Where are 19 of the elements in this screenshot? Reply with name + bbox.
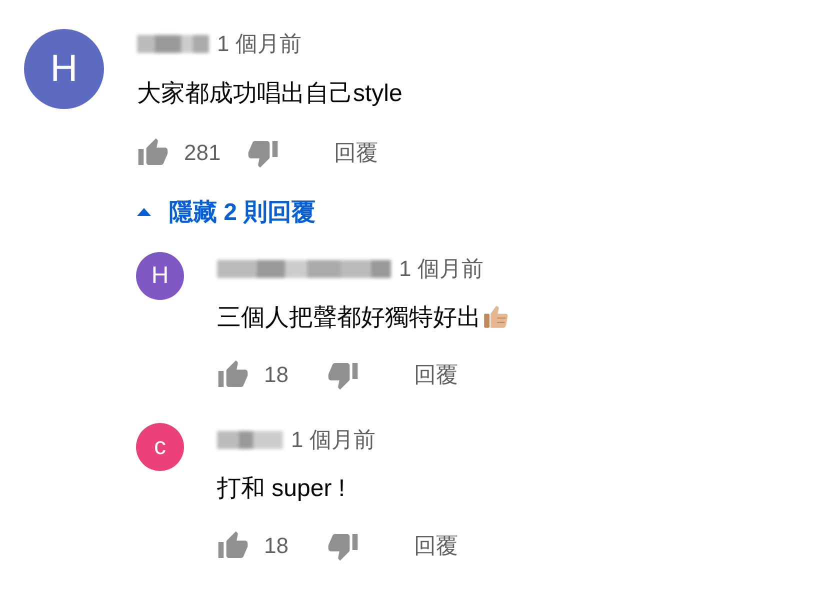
reply-button[interactable]: 回覆 xyxy=(414,531,458,561)
comment-text: 大家都成功唱出自己style xyxy=(137,79,402,109)
comment-time[interactable]: 1 個月前 xyxy=(399,254,484,284)
comment-text: 三個人把聲都好獨特好出 xyxy=(217,303,481,333)
reply-button[interactable]: 回覆 xyxy=(334,138,378,168)
like-count: 18 xyxy=(264,362,290,388)
like-count: 281 xyxy=(184,140,222,166)
avatar[interactable]: H xyxy=(136,252,184,300)
like-count: 18 xyxy=(264,533,290,559)
reply-button[interactable]: 回覆 xyxy=(414,360,458,390)
comment-text: 打和 super ! xyxy=(217,474,346,504)
comment-time[interactable]: 1 個月前 xyxy=(291,425,376,455)
avatar[interactable]: c xyxy=(136,423,184,471)
comment-time[interactable]: 1 個月前 xyxy=(217,29,302,59)
hide-replies-button[interactable]: 隱藏 2 則回覆 xyxy=(137,192,316,232)
blurred-username xyxy=(217,431,283,449)
avatar[interactable]: H xyxy=(24,29,104,109)
caret-icon xyxy=(137,208,151,216)
blurred-username xyxy=(137,35,209,53)
